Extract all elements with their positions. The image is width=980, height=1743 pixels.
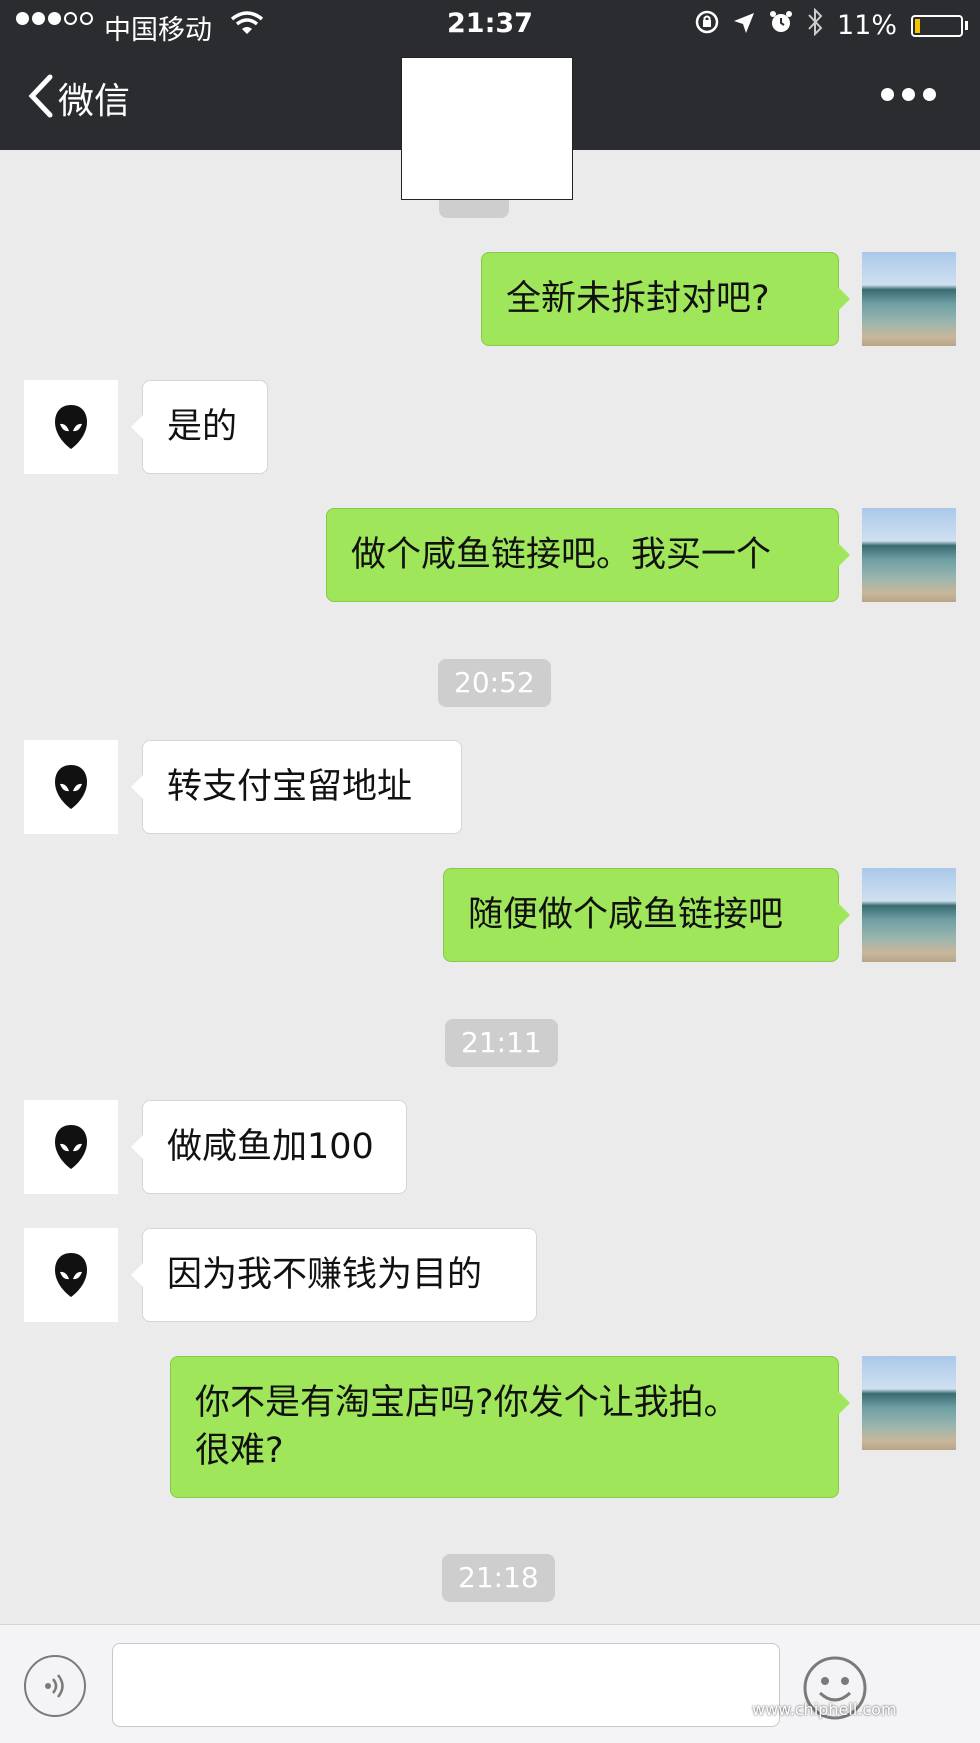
back-label: 微信 [58,81,131,122]
voice-input-button[interactable] [24,1655,86,1717]
redaction-box [401,57,573,200]
timestamp: 21:18 [442,1554,555,1602]
timestamp: 21:11 [445,1019,558,1067]
status-bar: 中国移动 21:37 11% [0,0,980,50]
user-avatar[interactable] [862,868,956,962]
chevron-left-icon [28,74,54,122]
back-button[interactable]: 微信 [28,72,130,124]
message-bubble[interactable]: 因为我不赚钱为目的 [131,1228,537,1322]
user-avatar[interactable] [862,252,956,346]
user-avatar[interactable] [862,1356,956,1450]
message-bubble[interactable]: 是的 [131,380,268,474]
watermark-url: www.chiphell.com [752,1700,897,1719]
battery-icon [911,14,963,37]
battery-percent: 11% [836,10,897,41]
alien-icon [55,765,87,809]
contact-avatar[interactable] [24,1228,118,1322]
more-options-button[interactable] [881,88,936,101]
alien-icon [55,1253,87,1297]
alarm-icon [769,10,793,41]
location-arrow-icon [733,10,755,41]
message-bubble[interactable]: 做个咸鱼链接吧。我买一个 [326,508,850,602]
contact-avatar[interactable] [24,1100,118,1194]
alien-icon [55,1125,87,1169]
message-bubble[interactable]: 你不是有淘宝店吗?你发个让我拍。 很难? [170,1356,850,1498]
bluetooth-icon [807,7,823,43]
user-avatar[interactable] [862,508,956,602]
message-bubble[interactable]: 全新未拆封对吧? [481,252,850,346]
orientation-lock-icon [695,10,719,41]
message-bubble[interactable]: 随便做个咸鱼链接吧 [443,868,850,962]
voice-icon [45,1674,64,1698]
contact-avatar[interactable] [24,740,118,834]
input-bar [0,1624,980,1743]
message-bubble[interactable]: 做咸鱼加100 [131,1100,407,1194]
contact-avatar[interactable] [24,380,118,474]
timestamp: 20:52 [438,659,551,707]
alien-icon [55,405,87,449]
message-bubble[interactable]: 转支付宝留地址 [131,740,462,834]
message-input[interactable] [112,1643,780,1727]
